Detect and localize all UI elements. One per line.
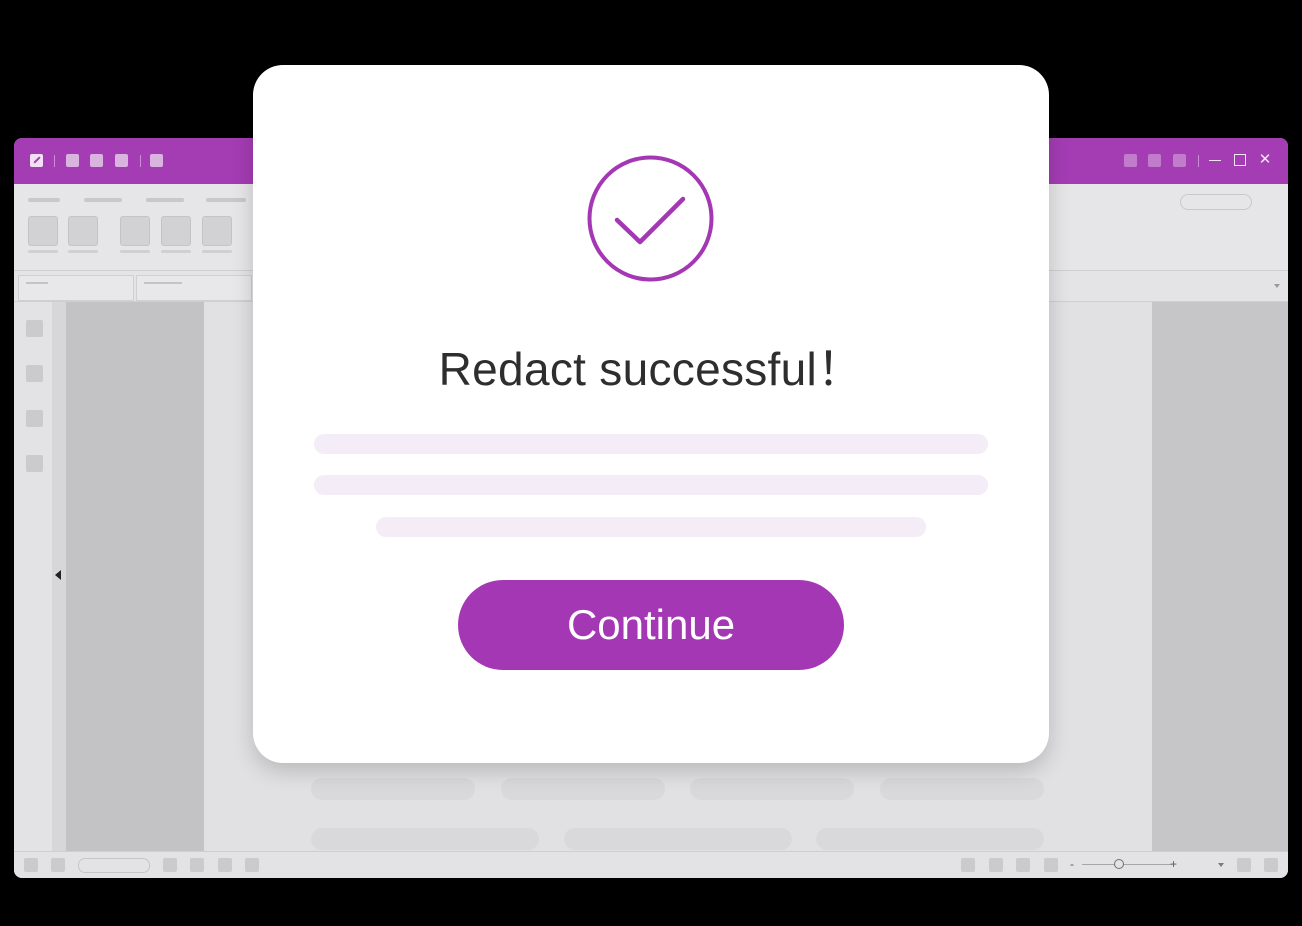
ribbon-button[interactable] [68,216,98,246]
background-placeholder [564,828,792,850]
zoom-in-button[interactable]: + [1170,856,1177,872]
app-logo-icon [30,154,43,167]
ribbon-button[interactable] [120,216,150,246]
search-input[interactable] [1180,194,1252,210]
background-placeholder [501,778,665,800]
background-placeholder [311,828,539,850]
quick-access-icon[interactable] [66,154,79,167]
status-icon[interactable] [1264,858,1278,872]
status-icon[interactable] [218,858,232,872]
maximize-icon[interactable] [1232,152,1248,168]
status-icon[interactable] [24,858,38,872]
view-mode-icon[interactable] [989,858,1003,872]
chevron-down-icon[interactable] [1274,284,1280,288]
document-tab[interactable] [18,275,134,301]
status-icon[interactable] [163,858,177,872]
status-bar: - + [14,851,1288,878]
sidebar-icon[interactable] [26,410,43,427]
continue-button[interactable]: Continue [458,580,844,670]
page-input[interactable] [78,858,150,873]
document-tab[interactable] [136,275,252,301]
chevron-left-icon[interactable] [55,570,61,580]
thumbnail-page[interactable] [66,302,204,852]
minimize-icon[interactable] [1207,152,1223,168]
message-placeholder [314,475,988,495]
ribbon-button[interactable] [202,216,232,246]
title-bar-separator [1198,155,1199,167]
background-placeholder [816,828,1044,850]
sidebar-icon[interactable] [26,365,43,382]
sidebar-icon[interactable] [26,320,43,337]
background-placeholder [311,778,475,800]
ribbon-tab[interactable] [206,198,246,202]
status-icon[interactable] [245,858,259,872]
zoom-slider[interactable] [1082,864,1172,865]
ribbon-tab[interactable] [28,198,60,202]
view-mode-icon[interactable] [961,858,975,872]
dialog-title: Redact successful！ [438,343,864,395]
title-bar-action-icon[interactable] [1124,154,1137,167]
close-icon[interactable]: ✕ [1257,152,1273,168]
right-panel [1152,302,1288,852]
ribbon-tab[interactable] [84,198,122,202]
view-mode-icon[interactable] [1016,858,1030,872]
ribbon-button-label [68,250,98,253]
title-bar-separator [140,155,141,167]
background-placeholder [880,778,1044,800]
ribbon-button[interactable] [28,216,58,246]
ribbon-button-label [202,250,232,253]
view-mode-icon[interactable] [1044,858,1058,872]
document-tab-label [144,282,182,284]
status-icon[interactable] [51,858,65,872]
ribbon-button-label [120,250,150,253]
left-sidebar [14,302,52,852]
ribbon-button-label [161,250,191,253]
sidebar-icon[interactable] [26,455,43,472]
ribbon-button-label [28,250,58,253]
title-bar-action-icon[interactable] [1173,154,1186,167]
message-placeholder [376,517,926,537]
quick-access-icon[interactable] [150,154,163,167]
title-bar-separator [54,155,55,167]
ribbon-tab[interactable] [146,198,184,202]
background-placeholder [690,778,854,800]
message-placeholder [314,434,988,454]
chevron-down-icon[interactable] [1218,863,1224,867]
status-icon[interactable] [190,858,204,872]
success-dialog: Redact successful！ Continue [253,65,1049,763]
document-tab-label [26,282,48,284]
title-bar-action-icon[interactable] [1148,154,1161,167]
quick-access-icon[interactable] [115,154,128,167]
zoom-out-button[interactable]: - [1070,856,1074,872]
status-icon[interactable] [1237,858,1251,872]
ribbon-button[interactable] [161,216,191,246]
checkmark-circle-icon [587,155,714,282]
quick-access-icon[interactable] [90,154,103,167]
zoom-slider-handle[interactable] [1114,859,1124,869]
